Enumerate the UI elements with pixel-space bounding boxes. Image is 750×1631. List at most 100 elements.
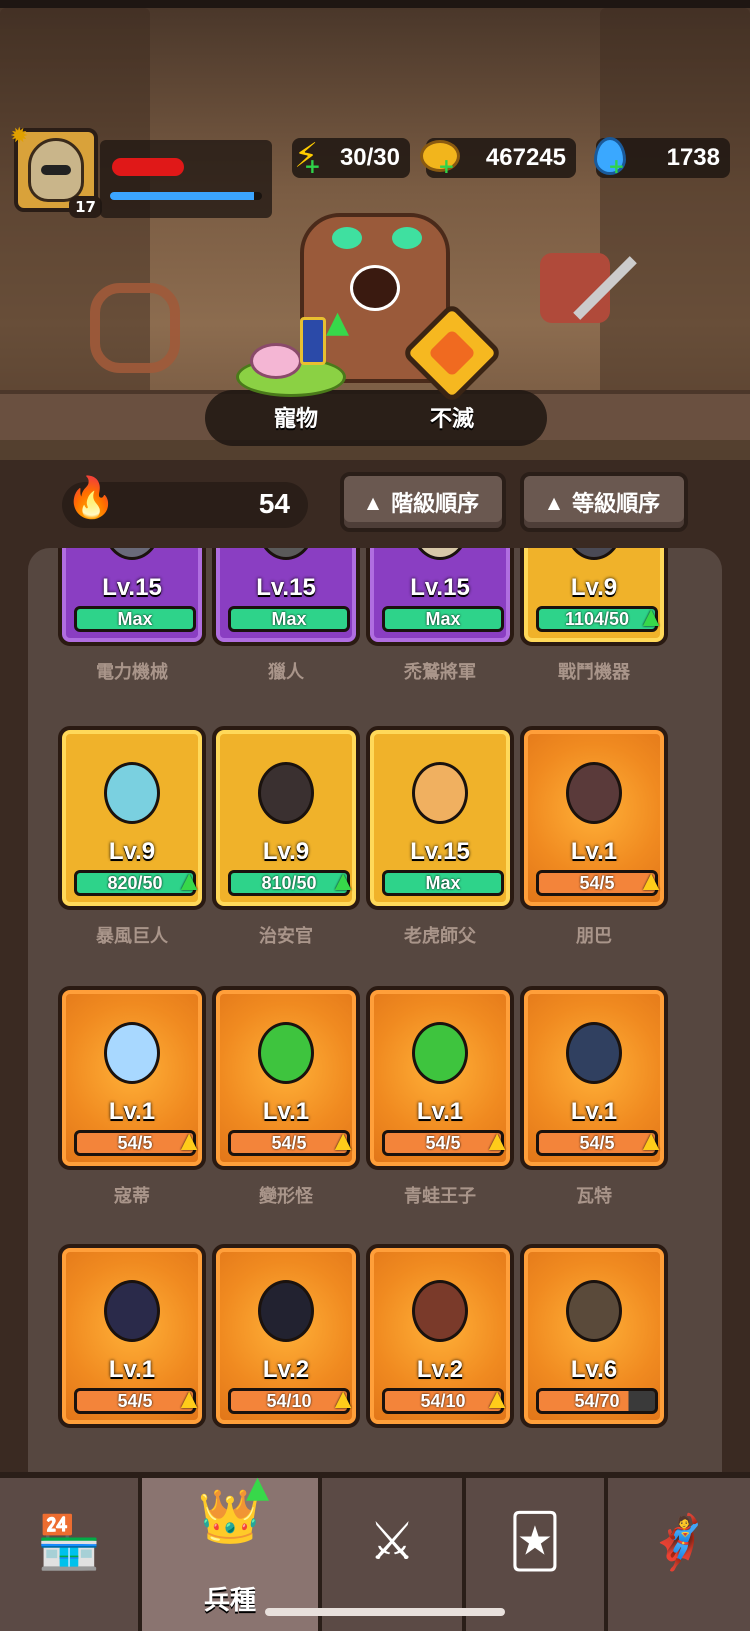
- unit-card-count: 54/5: [425, 1133, 461, 1153]
- unit-portrait: [96, 1012, 168, 1092]
- power-counter: 🔥 54: [62, 475, 308, 528]
- nav-tab-shop[interactable]: 🏪: [0, 1478, 142, 1631]
- unit-name: 朋巴: [576, 926, 612, 947]
- unit-card-progress: Max: [382, 606, 504, 632]
- unit-name: 青蛙王子: [404, 1186, 476, 1207]
- unit-card[interactable]: Lv.2 54/10 ▲: [366, 1244, 514, 1428]
- sort-by-level-button[interactable]: ▲ 等級順序: [520, 472, 688, 532]
- unit-card[interactable]: Lv.9 1104/50 ▲: [520, 548, 668, 646]
- unit-card-progress: 54/5 ▲: [536, 1127, 665, 1156]
- unit-name: 寇蒂: [114, 1186, 150, 1207]
- unit-card[interactable]: Lv.1 54/5 ▲: [520, 726, 668, 910]
- upgrade-arrow-icon: ▲: [637, 865, 665, 896]
- pet-button[interactable]: ▲ 寵物: [226, 305, 366, 443]
- unit-card-progress: 54/5 ▲: [74, 1385, 203, 1414]
- pet-label: 寵物: [273, 407, 318, 432]
- ghost-silhouette-left: [90, 283, 180, 373]
- unit-portrait: [250, 752, 322, 832]
- unit-card-count: 54/5: [117, 1391, 153, 1411]
- avatar-portrait: [28, 138, 84, 202]
- gold-counter[interactable]: + 467245: [420, 138, 576, 178]
- unit-card-count: 810/50: [261, 873, 317, 893]
- unit-portrait: [404, 752, 476, 832]
- unit-level: Lv.1: [108, 1098, 156, 1125]
- triangle-up-icon: ▲: [547, 492, 561, 512]
- unit-portrait: [404, 1012, 476, 1092]
- unit-card-count: 820/50: [107, 873, 163, 893]
- unit-card[interactable]: Lv.1 54/5 ▲: [212, 986, 360, 1170]
- player-name-redacted: [112, 158, 184, 176]
- unit-card[interactable]: Lv.15 Max: [366, 548, 514, 646]
- unit-card-progress: 1104/50 ▲: [536, 603, 665, 632]
- unit-level: Lv.9: [570, 574, 618, 601]
- sort-bar: 🔥 54 ▲ 階級順序 ▲ 等級順序: [0, 460, 750, 544]
- unit-level: Lv.1: [262, 1098, 310, 1125]
- unit-card-count: 1104/50: [564, 609, 630, 629]
- settings-gear-icon[interactable]: ✹: [10, 124, 28, 149]
- upgrade-arrow-icon: ▲: [637, 1125, 665, 1156]
- unit-card[interactable]: Lv.9 820/50 ▲: [58, 726, 206, 910]
- unit-portrait: [558, 1270, 630, 1350]
- unit-portrait: [250, 548, 322, 568]
- sort-by-grade-button[interactable]: ▲ 階級順序: [340, 472, 506, 532]
- axolotl-pet-icon: [250, 343, 302, 379]
- unit-card[interactable]: Lv.15 Max: [58, 548, 206, 646]
- unit-card[interactable]: Lv.2 54/10 ▲: [212, 1244, 360, 1428]
- card-crown-icon: 🃏: [508, 1512, 562, 1572]
- upgrade-arrow-icon: ▲: [483, 1383, 511, 1414]
- gem-value: 1738: [666, 144, 720, 171]
- unit-card[interactable]: Lv.1 54/5 ▲: [58, 986, 206, 1170]
- unit-card[interactable]: Lv.6 54/70: [520, 1244, 668, 1428]
- unit-card[interactable]: Lv.9 810/50 ▲: [212, 726, 360, 910]
- unit-level: Lv.15: [410, 838, 470, 865]
- unit-card-count: 54/5: [579, 873, 615, 893]
- xp-bar: [110, 192, 262, 200]
- unit-name: 獵人: [268, 662, 304, 683]
- gem-counter[interactable]: + 1738: [594, 137, 730, 178]
- unit-card-count: 54/10: [420, 1391, 466, 1411]
- unit-level: Lv.1: [570, 838, 618, 865]
- unit-card-count: Max: [425, 873, 461, 893]
- unit-level: Lv.9: [108, 838, 156, 865]
- unit-card-progress: 810/50 ▲: [228, 867, 357, 896]
- heroes-icon: 🦸: [646, 1513, 712, 1573]
- upgrade-arrow-icon: ▲: [637, 601, 665, 632]
- immortal-gem-icon: [401, 302, 503, 404]
- energy-counter[interactable]: ⚡ + 30/30: [292, 136, 410, 178]
- power-value: 54: [258, 488, 290, 519]
- player-avatar[interactable]: ✹ 17: [10, 124, 102, 218]
- upgrade-arrow-icon: ▲: [326, 305, 350, 340]
- immortal-label: 不滅: [429, 407, 474, 432]
- unit-grid[interactable]: Lv.15 Max 電力機械 Lv.15 Max 獵人 Lv.15 Max 禿鷲將軍 Lv.9 11…: [28, 548, 722, 1498]
- unit-card-count: 54/10: [266, 1391, 312, 1411]
- unit-card[interactable]: Lv.1 54/5 ▲: [366, 986, 514, 1170]
- unit-card[interactable]: Lv.15 Max: [366, 726, 514, 910]
- unit-portrait: [250, 1012, 322, 1092]
- unit-name: 瓦特: [576, 1186, 612, 1207]
- unit-card[interactable]: Lv.15 Max: [212, 548, 360, 646]
- unit-level: Lv.6: [570, 1356, 618, 1383]
- unit-name: 戰鬥機器: [558, 662, 630, 683]
- player-name-box[interactable]: [100, 140, 272, 218]
- sort-by-grade-label: 階級順序: [391, 492, 480, 517]
- crossed-swords-icon: ⚔: [368, 1512, 416, 1572]
- unit-card-progress: 54/5 ▲: [74, 1127, 203, 1156]
- unit-card[interactable]: Lv.1 54/5 ▲: [520, 986, 668, 1170]
- add-gold-icon[interactable]: +: [438, 154, 455, 178]
- nav-tab-heroes[interactable]: 🦸: [608, 1478, 750, 1631]
- add-gems-icon[interactable]: +: [608, 154, 625, 178]
- upgrade-arrow-icon: ▲: [329, 1125, 357, 1156]
- unit-card[interactable]: Lv.1 54/5 ▲: [58, 1244, 206, 1428]
- unit-card-progress: 820/50 ▲: [74, 867, 203, 896]
- unit-card-count: 54/5: [579, 1133, 615, 1153]
- unit-card-count: 54/5: [271, 1133, 307, 1153]
- unit-name: 禿鷲將軍: [404, 662, 476, 683]
- unit-level: Lv.1: [108, 1356, 156, 1383]
- unit-portrait: [558, 752, 630, 832]
- add-energy-icon[interactable]: +: [304, 154, 321, 178]
- unit-portrait: [96, 752, 168, 832]
- unit-card-count: Max: [271, 609, 307, 629]
- unit-level: Lv.1: [570, 1098, 618, 1125]
- unit-level: Lv.2: [262, 1356, 310, 1383]
- immortal-button[interactable]: 不滅: [382, 302, 522, 443]
